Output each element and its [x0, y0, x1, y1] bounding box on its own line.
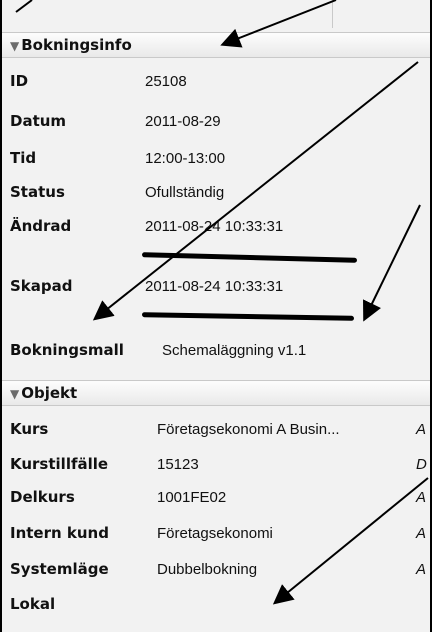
- object-value: Företagsekonomi A Busin...: [157, 421, 340, 438]
- object-label: Intern kund: [10, 524, 109, 542]
- field-value: 2011-08-29: [145, 113, 221, 130]
- field-label: Datum: [10, 112, 67, 130]
- object-label: Lokal: [10, 595, 56, 613]
- section-header-objekt[interactable]: ▼ Objekt: [2, 380, 430, 406]
- top-strip: [2, 0, 430, 28]
- object-label: Kurstillfälle: [10, 455, 109, 473]
- object-value: 15123: [157, 456, 199, 473]
- object-extra: A: [416, 561, 427, 578]
- section-title: Bokningsinfo: [21, 36, 132, 54]
- object-label: Delkurs: [10, 488, 75, 506]
- section-title: Objekt: [21, 384, 78, 402]
- field-value: 2011-08-24 10:33:31: [145, 218, 284, 235]
- field-value: 12:00-13:00: [145, 150, 226, 167]
- object-value: Företagsekonomi: [157, 525, 273, 542]
- field-value: 25108: [145, 73, 187, 90]
- field-value: Ofullständig: [145, 184, 225, 201]
- field-label: Bokningsmall: [10, 341, 124, 359]
- field-value: Schemaläggning v1.1: [162, 342, 307, 359]
- field-label: Tid: [10, 149, 37, 167]
- collapse-triangle-icon[interactable]: ▼: [10, 39, 19, 53]
- booking-info-panel: ▼ Bokningsinfo ID 25108 Datum 2011-08-29 …: [2, 0, 430, 632]
- field-label: ID: [10, 72, 29, 90]
- object-label: Systemläge: [10, 560, 109, 578]
- object-extra: A: [416, 421, 427, 438]
- object-label: Kurs: [10, 420, 49, 438]
- field-label: Ändrad: [10, 217, 72, 235]
- object-value: Dubbelbokning: [157, 561, 258, 578]
- column-divider: [332, 0, 333, 28]
- field-label: Skapad: [10, 277, 73, 295]
- redaction-scribble: [141, 312, 355, 321]
- object-extra: A: [416, 489, 427, 506]
- object-extra: A: [416, 525, 427, 542]
- collapse-triangle-icon[interactable]: ▼: [10, 387, 19, 401]
- field-value: 2011-08-24 10:33:31: [145, 278, 284, 295]
- section-header-bokningsinfo[interactable]: ▼ Bokningsinfo: [2, 32, 430, 58]
- redaction-scribble: [141, 252, 358, 263]
- field-label: Status: [10, 183, 65, 201]
- object-value: 1001FE02: [157, 489, 227, 506]
- object-extra: D: [416, 456, 427, 473]
